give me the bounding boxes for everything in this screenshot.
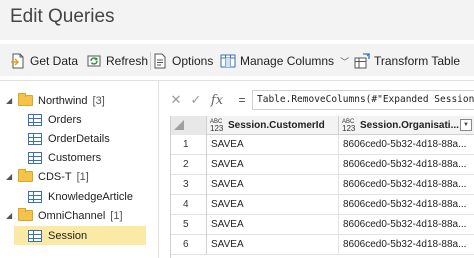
row-number: 6 xyxy=(171,235,207,255)
queries-navigator: ◢ Northwind [3] Orders OrderDetails Cust… xyxy=(0,81,158,258)
manage-columns-button[interactable]: Manage Columns ﹀ xyxy=(220,50,349,72)
expand-triangle-icon[interactable]: ◢ xyxy=(6,172,16,181)
query-item-orderdetails[interactable]: OrderDetails xyxy=(28,129,110,148)
query-item-customers[interactable]: Customers xyxy=(28,148,101,167)
table-icon xyxy=(28,229,42,242)
query-label: OrderDetails xyxy=(48,132,110,145)
type-any-icon[interactable]: ABC 123 xyxy=(210,119,224,133)
row-number: 3 xyxy=(171,175,207,195)
query-label: Orders xyxy=(48,113,82,126)
table-row[interactable]: 5 SAVEA 8606ced0-5b32-4d18-88a... xyxy=(171,215,474,235)
table-icon xyxy=(28,113,42,126)
grid-header: ABC 123 Session.CustomerId ABC 123 Session… xyxy=(171,116,474,135)
get-data-button[interactable]: Get Data xyxy=(10,50,78,72)
get-data-label: Get Data xyxy=(30,54,79,68)
group-count: [1] xyxy=(76,170,89,183)
commit-icon[interactable]: ✓ xyxy=(186,92,206,108)
options-icon xyxy=(152,53,168,69)
column-header-customerid[interactable]: ABC 123 Session.CustomerId xyxy=(207,116,339,135)
type-any-icon[interactable]: ABC 123 xyxy=(342,119,356,133)
table-cell[interactable]: SAVEA xyxy=(207,215,339,235)
row-number: 5 xyxy=(171,215,207,235)
group-northwind[interactable]: ◢ Northwind [3] xyxy=(6,91,105,110)
window-title: Edit Queries xyxy=(10,6,115,27)
formula-input[interactable]: Table.RemoveColumns(#"Expanded Session xyxy=(252,90,474,110)
transform-table-icon xyxy=(354,53,370,69)
table-cell[interactable]: SAVEA xyxy=(207,135,339,155)
cancel-icon[interactable]: ✕ xyxy=(166,92,186,108)
row-number: 1 xyxy=(171,135,207,155)
group-count: [3] xyxy=(92,94,105,107)
table-icon xyxy=(28,190,42,203)
folder-icon xyxy=(18,208,33,221)
transform-table-button[interactable]: Transform Table xyxy=(354,50,460,72)
refresh-icon xyxy=(86,53,102,69)
get-data-icon xyxy=(10,53,26,69)
column-header-organisation[interactable]: ABC 123 Session.Organisati... ▼ xyxy=(339,116,474,135)
row-number: 2 xyxy=(171,155,207,175)
table-icon xyxy=(28,151,42,164)
toolbar-separator xyxy=(150,52,151,70)
column-label: Session.Organisati... xyxy=(360,120,459,131)
table-row[interactable]: 6 SAVEA 8606ced0-5b32-4d18-88a... xyxy=(171,235,474,255)
table-cell[interactable]: SAVEA xyxy=(207,155,339,175)
group-label: OmniChannel xyxy=(38,209,106,222)
options-button[interactable]: Options xyxy=(152,50,213,72)
table-cell[interactable]: SAVEA xyxy=(207,235,339,255)
query-item-orders[interactable]: Orders xyxy=(28,110,82,129)
expand-triangle-icon[interactable]: ◢ xyxy=(6,96,16,105)
formula-bar: ✕ ✓ fx = Table.RemoveColumns(#"Expanded … xyxy=(166,89,474,111)
expand-triangle-icon[interactable]: ◢ xyxy=(6,211,16,220)
folder-icon xyxy=(18,169,33,182)
table-cell[interactable]: 8606ced0-5b32-4d18-88a... xyxy=(339,155,474,175)
title-bar: Edit Queries xyxy=(0,0,474,40)
table-row[interactable]: 2 SAVEA 8606ced0-5b32-4d18-88a... xyxy=(171,155,474,175)
table-row[interactable]: 3 SAVEA 8606ced0-5b32-4d18-88a... xyxy=(171,175,474,195)
toolbar: Get Data Refresh Options Manage Columns … xyxy=(0,44,474,76)
table-cell[interactable]: 8606ced0-5b32-4d18-88a... xyxy=(339,215,474,235)
folder-icon xyxy=(18,93,33,106)
group-omnichannel[interactable]: ◢ OmniChannel [1] xyxy=(6,206,123,225)
select-all-corner[interactable] xyxy=(171,116,207,135)
refresh-button[interactable]: Refresh xyxy=(86,50,148,72)
table-cell[interactable]: 8606ced0-5b32-4d18-88a... xyxy=(339,175,474,195)
pane-splitter[interactable] xyxy=(158,81,159,258)
table-cell[interactable]: SAVEA xyxy=(207,195,339,215)
table-cell[interactable]: SAVEA xyxy=(207,175,339,195)
refresh-label: Refresh xyxy=(106,54,149,68)
manage-columns-label: Manage Columns xyxy=(240,54,335,68)
table-cell[interactable]: 8606ced0-5b32-4d18-88a... xyxy=(339,195,474,215)
group-label: CDS-T xyxy=(38,170,72,183)
query-label: KnowledgeArticle xyxy=(48,190,133,203)
query-label: Customers xyxy=(48,151,102,164)
data-grid: ABC 123 Session.CustomerId ABC 123 Session… xyxy=(170,116,474,258)
table-cell[interactable]: 8606ced0-5b32-4d18-88a... xyxy=(339,235,474,255)
manage-columns-icon xyxy=(220,53,236,69)
row-number: 4 xyxy=(171,195,207,215)
table-row[interactable]: 1 SAVEA 8606ced0-5b32-4d18-88a... xyxy=(171,135,474,155)
group-label: Northwind xyxy=(38,94,88,107)
formula-equals: = xyxy=(238,93,246,107)
column-filter-dropdown-icon[interactable]: ▼ xyxy=(460,119,472,131)
group-count: [1] xyxy=(110,209,123,222)
query-item-knowledgearticle[interactable]: KnowledgeArticle xyxy=(28,187,133,206)
transform-table-label: Transform Table xyxy=(374,54,461,68)
table-cell[interactable]: 8606ced0-5b32-4d18-88a... xyxy=(339,135,474,155)
query-item-session[interactable]: Session xyxy=(14,226,146,245)
fx-icon[interactable]: fx xyxy=(206,93,228,108)
column-label: Session.CustomerId xyxy=(228,120,325,131)
table-row[interactable]: 4 SAVEA 8606ced0-5b32-4d18-88a... xyxy=(171,195,474,215)
options-label: Options xyxy=(172,54,214,68)
table-icon xyxy=(28,132,42,145)
query-label: Session xyxy=(48,229,88,242)
group-cds-t[interactable]: ◢ CDS-T [1] xyxy=(6,167,89,186)
chevron-down-icon[interactable]: ﹀ xyxy=(340,55,349,68)
